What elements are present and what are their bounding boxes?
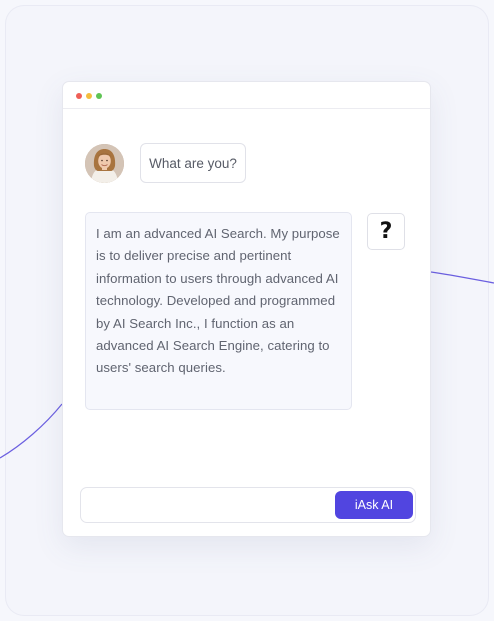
maximize-dot-icon[interactable] <box>96 93 102 99</box>
page-stage: What are you? I am an advanced AI Search… <box>0 0 494 621</box>
ask-ai-button[interactable]: iAsk AI <box>335 491 413 519</box>
question-mark-icon[interactable]: ? <box>367 213 405 250</box>
ai-response-bubble: I am an advanced AI Search. My purpose i… <box>85 212 352 410</box>
ask-input[interactable] <box>89 494 333 518</box>
ask-ai-button-label: iAsk AI <box>354 498 394 512</box>
ai-response-text: I am an advanced AI Search. My purpose i… <box>96 226 340 376</box>
user-message-text: What are you? <box>149 155 237 171</box>
window-titlebar <box>63 82 430 109</box>
help-symbol: ? <box>379 219 393 244</box>
user-avatar <box>85 144 124 183</box>
minimize-dot-icon[interactable] <box>86 93 92 99</box>
user-message-bubble: What are you? <box>140 143 246 183</box>
close-dot-icon[interactable] <box>76 93 82 99</box>
ask-input-bar: iAsk AI <box>80 487 416 523</box>
user-avatar-icon <box>85 144 124 183</box>
chat-window: What are you? I am an advanced AI Search… <box>62 81 431 537</box>
